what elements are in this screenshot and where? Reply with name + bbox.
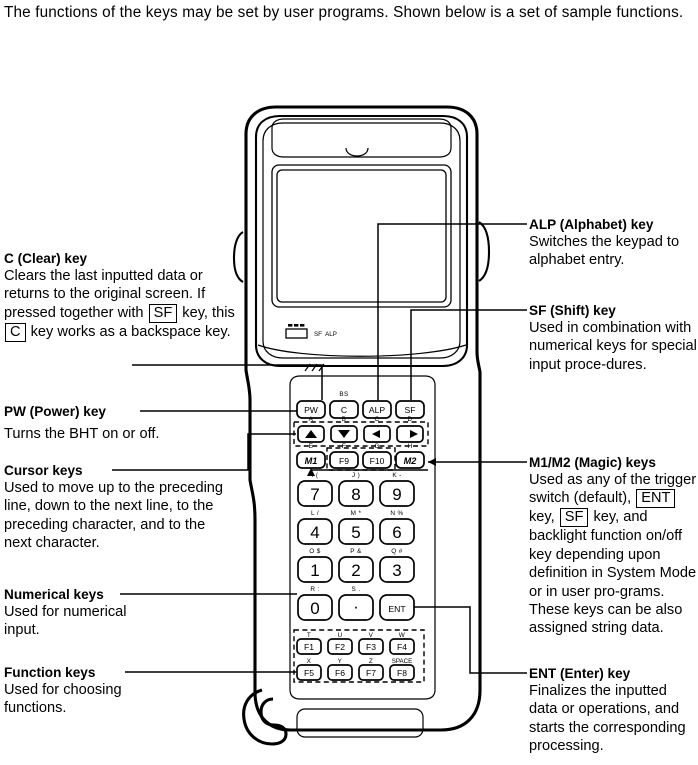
annotation-function-keys-body: Used for choosing functions.	[4, 682, 122, 717]
annotation-alp-alphabet: ALP (Alphabet) key Switches the keypad t…	[529, 216, 697, 270]
annotation-function-keys-title: Function keys	[4, 665, 96, 680]
annotation-sf-shift-body: Used in combination with numerical keys …	[529, 320, 697, 373]
annotation-c-clear-body: Clears the last inputted data or returns…	[4, 267, 236, 342]
inline-key-c: C	[5, 322, 26, 342]
annotation-pw-power: PW (Power) key Turns the BHT on or off.	[4, 403, 234, 443]
leader-c-clear	[132, 364, 323, 400]
annotation-cursor-keys-body: Used to move up to the preceding line, d…	[4, 480, 224, 552]
annotation-c-clear-title: C (Clear) key	[4, 251, 88, 266]
annotation-pw-power-body: Turns the BHT on or off.	[4, 426, 160, 442]
annotation-c-clear: C (Clear) key Clears the last inputted d…	[4, 250, 236, 342]
annotation-numerical-keys-body: Used for numerical input.	[4, 604, 127, 639]
annotation-sf-shift: SF (Shift) key Used in combination with …	[529, 302, 698, 374]
annotation-alp-alphabet-title: ALP (Alphabet) key	[529, 217, 654, 232]
leader-alp	[377, 223, 527, 400]
leader-m1m2-arrowhead	[428, 458, 436, 466]
annotation-sf-shift-title: SF (Shift) key	[529, 303, 616, 318]
annotation-alp-alphabet-body: Switches the keypad to alphabet entry.	[529, 234, 680, 269]
inline-key-ent: ENT	[636, 489, 676, 509]
leader-sf	[410, 309, 527, 400]
annotation-numerical-keys-title: Numerical keys	[4, 587, 104, 602]
annotation-function-keys: Function keys Used for choosing function…	[4, 664, 234, 718]
annotation-m1m2-magic: M1/M2 (Magic) keys Used as any of the tr…	[529, 454, 698, 638]
annotation-m1m2-body-part3: key, and backlight function on/off key d…	[529, 509, 697, 637]
annotation-cursor-keys-title: Cursor keys	[4, 463, 83, 478]
leader-m1-arrowhead	[307, 468, 315, 476]
inline-key-sf: SF	[148, 303, 178, 323]
documentation-page: The functions of the keys may be set by …	[0, 0, 698, 765]
annotation-m1m2-body-part2: key,	[529, 509, 559, 526]
leader-lines	[112, 223, 527, 674]
annotation-numerical-keys: Numerical keys Used for numerical input.	[4, 586, 234, 640]
annotation-ent-enter: ENT (Enter) key Finalizes the inputted d…	[529, 665, 698, 756]
annotation-ent-enter-body: Finalizes the inputted data or operation…	[529, 683, 686, 755]
annotation-m1m2-magic-body: Used as any of the trigger switch (defau…	[529, 471, 698, 638]
annotation-m1m2-magic-title: M1/M2 (Magic) keys	[529, 455, 656, 470]
annotation-cursor-keys: Cursor keys Used to move up to the prece…	[4, 462, 236, 553]
annotation-c-clear-body-part3: key works as a backspace key.	[26, 323, 231, 340]
annotation-c-clear-body-part2: key, this	[178, 304, 235, 321]
annotation-pw-power-title: PW (Power) key	[4, 404, 106, 419]
leader-ent	[414, 606, 527, 674]
inline-key-sf-2: SF	[559, 508, 589, 528]
annotation-ent-enter-title: ENT (Enter) key	[529, 666, 631, 681]
